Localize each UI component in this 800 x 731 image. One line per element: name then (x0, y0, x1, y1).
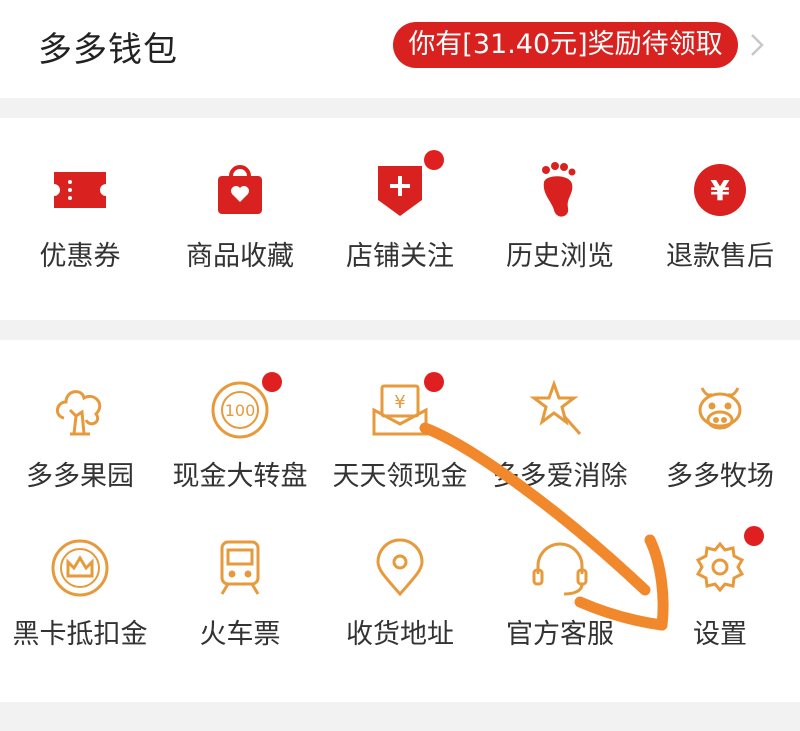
shortcut-coupon[interactable]: 优惠券 (0, 158, 160, 273)
service-match-game[interactable]: 多多爱消除 (480, 378, 640, 493)
order-shortcuts-card: 优惠券 商品收藏 店铺关注 历史浏览 ¥ 退款售后 (0, 118, 800, 320)
shortcut-label: 优惠券 (39, 241, 121, 272)
train-icon (220, 540, 260, 595)
notification-dot (744, 526, 764, 546)
svg-text:100: 100 (225, 401, 256, 420)
shortcut-label: 店铺关注 (346, 241, 454, 272)
cash-envelope-icon: ¥ (372, 384, 428, 436)
location-pin-icon (376, 538, 424, 597)
tree-icon (56, 390, 102, 436)
notification-dot (262, 372, 282, 392)
coupon-icon (54, 172, 106, 208)
shortcut-refund[interactable]: ¥ 退款售后 (640, 158, 800, 273)
gear-icon (695, 541, 745, 593)
service-label: 多多爱消除 (492, 461, 628, 492)
star-wand-icon (529, 379, 582, 435)
shortcut-label: 历史浏览 (506, 241, 614, 272)
crown-coin-icon (51, 539, 109, 597)
shortcut-label: 退款售后 (666, 241, 774, 272)
service-customer-support[interactable]: 官方客服 (480, 536, 640, 651)
wallet-title: 多多钱包 (38, 30, 178, 70)
service-label: 官方客服 (506, 619, 614, 650)
shortcut-favorites[interactable]: 商品收藏 (160, 158, 320, 273)
store-follow-icon (378, 166, 422, 216)
wheel-100-icon: 100 (211, 381, 269, 439)
cow-icon (698, 387, 742, 430)
service-label: 黑卡抵扣金 (12, 619, 148, 650)
chevron-right-icon[interactable] (744, 30, 770, 60)
favorite-bag-icon (218, 165, 262, 214)
service-label: 天天领现金 (332, 461, 468, 492)
service-address[interactable]: 收货地址 (320, 536, 480, 651)
headset-icon (532, 542, 588, 596)
shortcut-store-follow[interactable]: 店铺关注 (320, 150, 480, 273)
service-daily-cash[interactable]: ¥ 天天领现金 (320, 372, 480, 493)
service-label: 设置 (693, 619, 747, 650)
service-label: 多多牧场 (666, 461, 774, 492)
service-settings[interactable]: 设置 (640, 526, 800, 651)
footprint-icon (542, 162, 576, 217)
service-label: 多多果园 (26, 461, 134, 492)
refund-icon: ¥ (694, 164, 746, 216)
service-cash-wheel[interactable]: 100 现金大转盘 (160, 372, 320, 493)
service-label: 收货地址 (346, 619, 454, 650)
service-label: 现金大转盘 (172, 461, 308, 492)
shortcut-label: 商品收藏 (186, 241, 294, 272)
service-ranch[interactable]: 多多牧场 (640, 378, 800, 493)
notification-dot (424, 372, 444, 392)
reward-banner-button[interactable]: 你有[31.40元]奖励待领取 (393, 22, 738, 68)
shortcut-history[interactable]: 历史浏览 (480, 158, 640, 273)
service-black-card[interactable]: 黑卡抵扣金 (0, 536, 160, 651)
wallet-header: 多多钱包 你有[31.40元]奖励待领取 (0, 0, 800, 98)
service-train-ticket[interactable]: 火车票 (160, 536, 320, 651)
service-orchard[interactable]: 多多果园 (0, 378, 160, 493)
svg-text:¥: ¥ (710, 174, 730, 207)
service-label: 火车票 (199, 619, 281, 650)
services-card: 多多果园 100 现金大转盘 ¥ 天天领现金 多多爱消除 多多牧场 黑卡抵扣金 … (0, 340, 800, 702)
svg-text:¥: ¥ (394, 392, 405, 413)
notification-dot (424, 150, 444, 170)
